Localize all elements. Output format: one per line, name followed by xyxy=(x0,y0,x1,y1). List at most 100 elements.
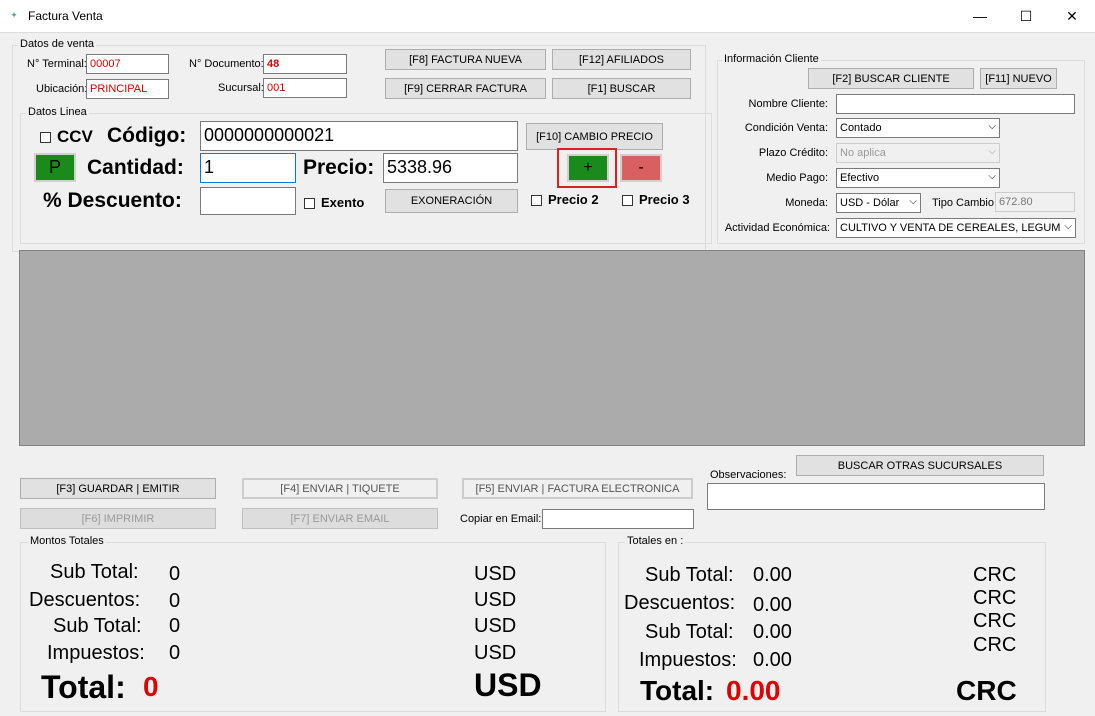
codigo-input[interactable]: 0000000000021 xyxy=(200,121,518,151)
crc-currency-4: CRC xyxy=(973,634,1017,656)
window-title: Factura Venta xyxy=(28,9,103,23)
guardar-emitir-button[interactable]: [F3] GUARDAR | EMITIR xyxy=(20,478,216,499)
crc-total-label: Total: xyxy=(640,675,715,706)
usd-currency-1: USD xyxy=(474,563,517,585)
usd-impuestos-value: 0 xyxy=(169,642,181,664)
medio-pago-select[interactable]: Efectivo ⌵ xyxy=(836,168,1000,188)
terminal-field[interactable]: 00007 xyxy=(86,54,169,74)
buscar-sucursales-button[interactable]: BUSCAR OTRAS SUCURSALES xyxy=(796,455,1044,476)
maximize-button[interactable]: ☐ xyxy=(1003,0,1049,32)
precio2-label: Precio 2 xyxy=(548,192,599,207)
buscar-button[interactable]: [F1] BUSCAR xyxy=(552,78,691,99)
cantidad-input[interactable]: 1 xyxy=(200,153,296,183)
observaciones-label: Observaciones: xyxy=(710,469,787,481)
crc-descuentos-label: Descuentos: xyxy=(624,592,736,614)
crc-subtotal-value: 0.00 xyxy=(753,564,792,586)
descuento-input[interactable] xyxy=(200,187,296,215)
usd-subtotal2-label: Sub Total: xyxy=(53,615,142,637)
plazo-credito-label: Plazo Crédito: xyxy=(758,147,828,159)
precio3-label: Precio 3 xyxy=(639,192,690,207)
tipo-cambio-label: Tipo Cambio: xyxy=(932,197,998,209)
afiliados-button[interactable]: [F12] AFILIADOS xyxy=(552,49,691,70)
usd-total-value: 0 xyxy=(143,671,159,702)
usd-currency-4: USD xyxy=(474,642,517,664)
enviar-email-button[interactable]: [F7] ENVIAR EMAIL xyxy=(242,508,438,529)
medio-pago-label: Medio Pago: xyxy=(766,172,828,184)
medio-pago-value: Efectivo xyxy=(840,172,880,184)
usd-currency-3: USD xyxy=(474,615,517,637)
usd-subtotal-value: 0 xyxy=(169,563,181,585)
usd-impuestos-label: Impuestos: xyxy=(47,642,145,664)
moneda-value: USD - Dólar xyxy=(840,197,900,209)
cerrar-factura-button[interactable]: [F9] CERRAR FACTURA xyxy=(385,78,546,99)
crc-total-currency: CRC xyxy=(956,675,1017,706)
chevron-down-icon: ⌵ xyxy=(1064,221,1072,232)
enviar-factura-electronica-button[interactable]: [F5] ENVIAR | FACTURA ELECTRONICA xyxy=(462,478,693,499)
plazo-credito-value: No aplica xyxy=(840,147,886,159)
descuento-label: % Descuento: xyxy=(43,189,182,212)
montos-totales-label: Montos Totales xyxy=(28,535,106,547)
factura-nueva-button[interactable]: [F8] FACTURA NUEVA xyxy=(385,49,546,70)
documento-label: N° Documento: xyxy=(189,58,264,70)
exento-checkbox[interactable] xyxy=(304,198,315,209)
buscar-cliente-button[interactable]: [F2] BUSCAR CLIENTE xyxy=(808,68,974,89)
ccv-checkbox[interactable] xyxy=(40,132,51,143)
precio-input[interactable]: 5338.96 xyxy=(383,153,518,183)
p-button[interactable]: P xyxy=(34,153,76,182)
condicion-venta-value: Contado xyxy=(840,122,882,134)
copiar-email-input[interactable] xyxy=(542,509,694,529)
nuevo-cliente-button[interactable]: [F11] NUEVO xyxy=(980,68,1057,89)
usd-total-label: Total: xyxy=(41,669,126,705)
documento-field[interactable]: 48 xyxy=(263,54,347,74)
precio2-checkbox[interactable] xyxy=(531,195,542,206)
tipo-cambio-field[interactable]: 672.80 xyxy=(995,192,1075,212)
close-button[interactable]: ✕ xyxy=(1049,0,1095,32)
usd-total-currency: USD xyxy=(474,667,542,703)
cliente-label: Información Cliente xyxy=(722,53,821,65)
condicion-venta-select[interactable]: Contado ⌵ xyxy=(836,118,1000,138)
remove-line-button[interactable]: - xyxy=(620,154,662,182)
crc-currency-3: CRC xyxy=(973,610,1017,632)
exento-label: Exento xyxy=(321,195,365,210)
moneda-select[interactable]: USD - Dólar ⌵ xyxy=(836,193,921,213)
chevron-down-icon: ⌵ xyxy=(909,196,917,207)
add-line-button[interactable]: + xyxy=(567,154,609,182)
actividad-select[interactable]: CULTIVO Y VENTA DE CEREALES, LEGUM ⌵ xyxy=(836,218,1076,238)
chevron-down-icon: ⌵ xyxy=(988,146,996,157)
usd-subtotal-label: Sub Total: xyxy=(50,561,139,583)
sucursal-field[interactable]: 001 xyxy=(263,78,347,98)
copiar-email-label: Copiar en Email: xyxy=(460,513,542,525)
cambio-precio-button[interactable]: [F10] CAMBIO PRECIO xyxy=(526,123,663,150)
minimize-button[interactable]: — xyxy=(957,0,1003,32)
app-icon: ✦ xyxy=(10,10,18,20)
codigo-label: Código: xyxy=(107,124,187,147)
lines-grid[interactable] xyxy=(19,250,1085,446)
crc-currency-2: CRC xyxy=(973,587,1017,609)
exoneracion-button[interactable]: EXONERACIÓN xyxy=(385,189,518,213)
precio3-checkbox[interactable] xyxy=(622,195,633,206)
usd-descuentos-value: 0 xyxy=(169,590,181,612)
observaciones-input[interactable] xyxy=(707,483,1045,510)
ccv-label: CCV xyxy=(57,127,93,146)
nombre-cliente-label: Nombre Cliente: xyxy=(748,98,828,110)
ubicacion-field[interactable]: PRINCIPAL xyxy=(86,79,169,99)
datos-venta-label: Datos de venta xyxy=(18,38,96,50)
sucursal-label: Sucursal: xyxy=(218,82,264,94)
chevron-down-icon: ⌵ xyxy=(988,121,996,132)
datos-linea-label: Datos Linea xyxy=(26,106,89,118)
usd-currency-2: USD xyxy=(474,589,517,611)
crc-impuestos-value: 0.00 xyxy=(753,649,792,671)
crc-descuentos-value: 0.00 xyxy=(753,594,792,616)
condicion-venta-label: Condición Venta: xyxy=(744,122,828,134)
imprimir-button[interactable]: [F6] IMPRIMIR xyxy=(20,508,216,529)
usd-descuentos-label: Descuentos: xyxy=(29,589,141,611)
title-bar: ✦ Factura Venta — ☐ ✕ xyxy=(0,0,1095,33)
usd-subtotal2-value: 0 xyxy=(169,615,181,637)
ubicacion-label: Ubicación: xyxy=(36,83,88,95)
enviar-tiquete-button[interactable]: [F4] ENVIAR | TIQUETE xyxy=(242,478,438,499)
cantidad-label: Cantidad: xyxy=(87,156,184,179)
nombre-cliente-input[interactable] xyxy=(836,94,1075,114)
crc-subtotal-label: Sub Total: xyxy=(645,564,734,586)
crc-total-value: 0.00 xyxy=(726,675,781,706)
plazo-credito-select[interactable]: No aplica ⌵ xyxy=(836,143,1000,163)
